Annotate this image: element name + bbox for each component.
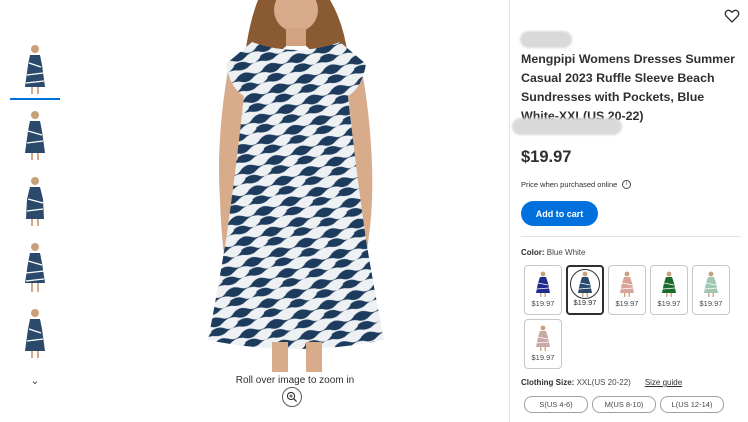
redacted-badge: [520, 31, 572, 48]
product-info-panel: Mengpipi Womens Dresses Summer Casual 20…: [509, 0, 748, 422]
size-guide-link[interactable]: Size guide: [645, 378, 682, 387]
size-option-s[interactable]: S(US 4-6): [524, 396, 588, 413]
swatch-image: [616, 270, 638, 298]
color-value: Blue White: [546, 248, 586, 257]
thumbnail-4[interactable]: [14, 240, 56, 294]
thumbnail-rail: ⌄: [0, 0, 70, 422]
swatch-price: $19.97: [699, 299, 723, 308]
color-swatch[interactable]: $19.97: [524, 319, 562, 369]
size-option-l[interactable]: L(US 12-14): [660, 396, 724, 413]
swatch-price: $19.97: [531, 299, 555, 308]
swatch-price: $19.97: [657, 299, 681, 308]
divider: [521, 236, 741, 237]
main-product-image[interactable]: [180, 0, 410, 372]
size-option-m[interactable]: M(US 8-10): [592, 396, 656, 413]
size-selection-label: Clothing Size: XXL(US 20-22) Size guide: [521, 378, 682, 387]
color-swatch[interactable]: $19.97: [566, 265, 604, 315]
chevron-down-icon[interactable]: ⌄: [28, 374, 42, 388]
swatch-price: $19.97: [531, 353, 555, 362]
zoom-in-icon[interactable]: [282, 387, 302, 407]
color-swatch[interactable]: $19.97: [524, 265, 562, 315]
dress-thumb-image: [25, 111, 45, 160]
info-icon[interactable]: i: [622, 180, 632, 189]
swatch-price: $19.97: [615, 299, 639, 308]
product-price: $19.97: [521, 148, 572, 166]
swatch-price: $19.97: [573, 298, 597, 307]
thumbnail-2[interactable]: [14, 108, 56, 162]
swatch-image: [658, 270, 680, 298]
swatch-image: [700, 270, 722, 298]
color-swatch[interactable]: $19.97: [692, 265, 730, 315]
price-note-text: Price when purchased online: [521, 180, 618, 189]
dress-thumb-image: [26, 177, 44, 226]
thumbnail-1[interactable]: [14, 42, 56, 96]
size-value: XXL(US 20-22): [576, 378, 631, 387]
color-swatch[interactable]: $19.97: [608, 265, 646, 315]
color-selection-label: Color: Blue White: [521, 248, 585, 257]
swatch-image: [570, 269, 600, 299]
price-note: Price when purchased online i: [521, 180, 632, 189]
color-swatch[interactable]: $19.97: [650, 265, 688, 315]
dress-thumb-image: [25, 309, 45, 358]
size-label: Clothing Size:: [521, 378, 575, 387]
thumbnail-selected-indicator: [10, 98, 60, 100]
swatch-image: [532, 270, 554, 298]
redacted-rating: [512, 118, 622, 135]
dress-thumb-image: [25, 243, 45, 292]
add-to-cart-button[interactable]: Add to cart: [521, 201, 598, 226]
heart-icon[interactable]: [724, 8, 740, 24]
zoom-hint: Roll over image to zoom in: [235, 375, 355, 386]
dress-thumb-image: [25, 45, 45, 94]
swatch-image: [532, 324, 554, 352]
product-title: Mengpipi Womens Dresses Summer Casual 20…: [521, 52, 735, 123]
dress-hero-image: [208, 0, 384, 372]
thumbnail-3[interactable]: [14, 174, 56, 228]
color-label: Color:: [521, 248, 545, 257]
thumbnail-5[interactable]: [14, 306, 56, 360]
